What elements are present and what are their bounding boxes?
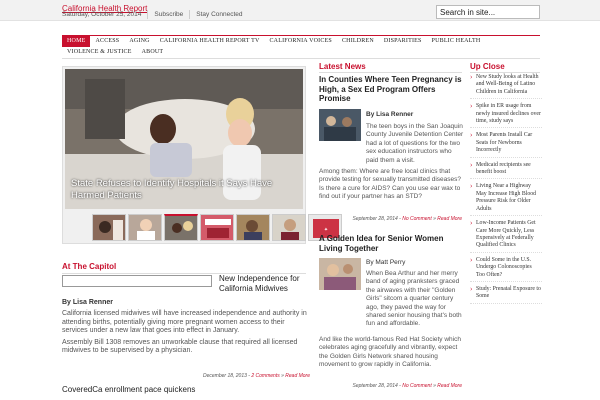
capitol-story-date: December 18, 2013: [202, 373, 247, 379]
latest-story-2-headline[interactable]: A Golden Idea for Senior Women Living To…: [319, 234, 462, 253]
up-close-item[interactable]: Low-Income Patients Get Care More Quickl…: [470, 220, 542, 253]
top-meta: Saturday, October 25, 2014 Subscribe Sta…: [62, 9, 436, 20]
latest-story-2-meta: September 28, 2014 - No Comment » Read M…: [352, 383, 462, 389]
capitol-story-headline[interactable]: New Independence for California Midwives: [219, 274, 314, 294]
latest-story-2-comments[interactable]: No Comment: [402, 383, 431, 389]
nav-item-disparities[interactable]: DISPARITIES: [379, 36, 427, 47]
capitol-next-headline[interactable]: CoveredCa enrollment pace quickens: [62, 385, 195, 394]
slider-thumb[interactable]: [128, 214, 162, 241]
latest-story-2: A Golden Idea for Senior Women Living To…: [319, 234, 462, 253]
up-close-item[interactable]: Most Parents Install Car Seats for Newbo…: [470, 132, 542, 158]
nav-item-california-voices[interactable]: CALIFORNIA VOICES: [264, 36, 336, 47]
slider-thumb[interactable]: [92, 214, 126, 241]
featured-slide-caption[interactable]: State Refuses to Identify Hospitals it S…: [71, 178, 295, 202]
latest-story-1-body: Among them: Where are free local clinics…: [319, 168, 461, 201]
nav-item-violence-justice[interactable]: VIOLENCE & JUSTICE: [62, 47, 137, 58]
up-close-item[interactable]: Medicaid recipients see benefit boost: [470, 162, 542, 180]
latest-news-title: Latest News: [319, 62, 366, 71]
latest-story-1-byline: By Lisa Renner: [366, 111, 414, 118]
latest-story-1-date: September 28, 2014: [352, 216, 398, 222]
up-close-title: Up Close: [470, 62, 505, 71]
capitol-paragraph: California licensed midwives will have i…: [62, 310, 307, 334]
up-close-item[interactable]: Living Near a Highway May Increase High …: [470, 183, 542, 217]
nav-item-chr-tv[interactable]: CALIFORNIA HEALTH REPORT TV: [155, 36, 265, 47]
up-close-item[interactable]: Study: Prenatal Exposure to Some: [470, 286, 542, 304]
latest-story-1-lead: The teen boys in the San Joaquin County …: [366, 123, 464, 164]
capitol-paragraph: Assembly Bill 1308 removes an unworkable…: [62, 338, 298, 355]
slider-thumbnails: ✦: [92, 214, 342, 241]
slider-thumb[interactable]: [272, 214, 306, 241]
svg-text:✦: ✦: [324, 227, 328, 233]
nav-item-public-health[interactable]: PUBLIC HEALTH: [427, 36, 486, 47]
latest-story-2-image[interactable]: [319, 258, 361, 290]
latest-story-1-comments[interactable]: No Comment: [402, 216, 431, 222]
slider-thumb[interactable]: [200, 214, 234, 241]
up-close-list: New Study looks at Health and Well-Being…: [470, 74, 542, 308]
latest-story-2-body: And like the world-famous Red Hat Societ…: [319, 336, 461, 369]
nav-item-about[interactable]: ABOUT: [137, 47, 169, 58]
slider-thumb-active[interactable]: [164, 214, 198, 241]
latest-story-1-meta: September 28, 2014 - No Comment » Read M…: [352, 216, 462, 222]
up-close-item[interactable]: New Study looks at Health and Well-Being…: [470, 74, 542, 100]
nav-item-children[interactable]: CHILDREN: [337, 36, 379, 47]
nav-item-aging[interactable]: AGING: [124, 36, 154, 47]
up-close-item[interactable]: Spike in ER usage from newly insured dec…: [470, 103, 542, 129]
capitol-story-image[interactable]: [62, 275, 212, 287]
capitol-section-title: At The Capitol: [62, 262, 117, 271]
capitol-read-more-link[interactable]: Read More: [285, 373, 310, 379]
up-close-item[interactable]: Could Some in the U.S. Undergo Colonosco…: [470, 257, 542, 282]
latest-story-2-read-more[interactable]: Read More: [437, 383, 462, 389]
search-input[interactable]: [436, 5, 540, 19]
latest-story-2-date: September 28, 2014: [352, 383, 398, 389]
slider-thumb[interactable]: [236, 214, 270, 241]
subscribe-link[interactable]: Subscribe: [148, 10, 191, 19]
capitol-story-body: California licensed midwives will have i…: [62, 310, 307, 359]
latest-story-2-lead: When Bea Arthur and her merry band of ag…: [366, 270, 462, 328]
featured-slider: State Refuses to Identify Hospitals it S…: [62, 66, 342, 244]
capitol-section-header: At The Capitol: [62, 262, 306, 274]
up-close-header: Up Close: [470, 62, 540, 73]
latest-story-1-headline[interactable]: In Counties Where Teen Pregnancy is High…: [319, 75, 462, 104]
latest-story-1: In Counties Where Teen Pregnancy is High…: [319, 75, 462, 104]
capitol-story-meta: December 18, 2013 - 2 Comments » Read Mo…: [202, 373, 310, 379]
latest-story-1-image[interactable]: [319, 109, 361, 141]
stay-connected-link[interactable]: Stay Connected: [190, 10, 248, 19]
nav-item-home[interactable]: HOME: [62, 36, 91, 47]
capitol-comments-link[interactable]: 2 Comments: [251, 373, 279, 379]
latest-story-2-byline: By Matt Perry: [366, 259, 406, 266]
main-nav: HOME ACCESS AGING CALIFORNIA HEALTH REPO…: [62, 35, 540, 59]
latest-story-1-read-more[interactable]: Read More: [437, 216, 462, 222]
capitol-story-byline: By Lisa Renner: [62, 299, 113, 306]
nav-item-access[interactable]: ACCESS: [90, 36, 124, 47]
top-bar: California Health Report Saturday, Octob…: [0, 0, 600, 21]
latest-news-header: Latest News: [319, 62, 462, 73]
current-date: Saturday, October 25, 2014: [62, 10, 149, 19]
